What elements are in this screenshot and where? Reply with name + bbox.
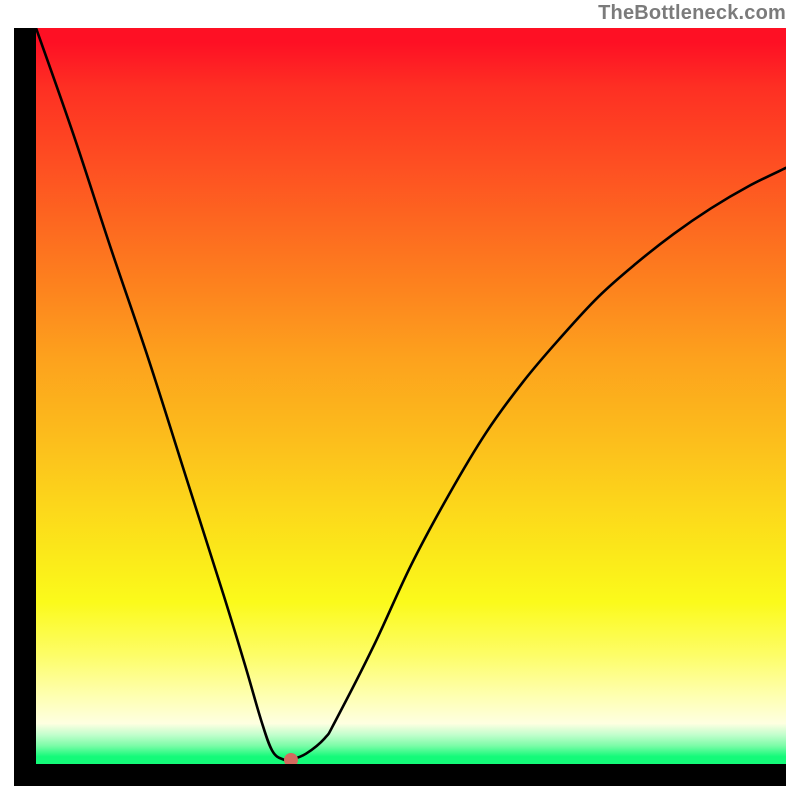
curve-svg [36,28,786,764]
attribution-text: TheBottleneck.com [598,2,786,25]
plot-area [36,28,786,764]
bottleneck-curve [36,28,786,761]
chart-container: TheBottleneck.com [0,0,800,800]
optimum-marker [284,753,298,764]
plot-frame [14,28,786,786]
